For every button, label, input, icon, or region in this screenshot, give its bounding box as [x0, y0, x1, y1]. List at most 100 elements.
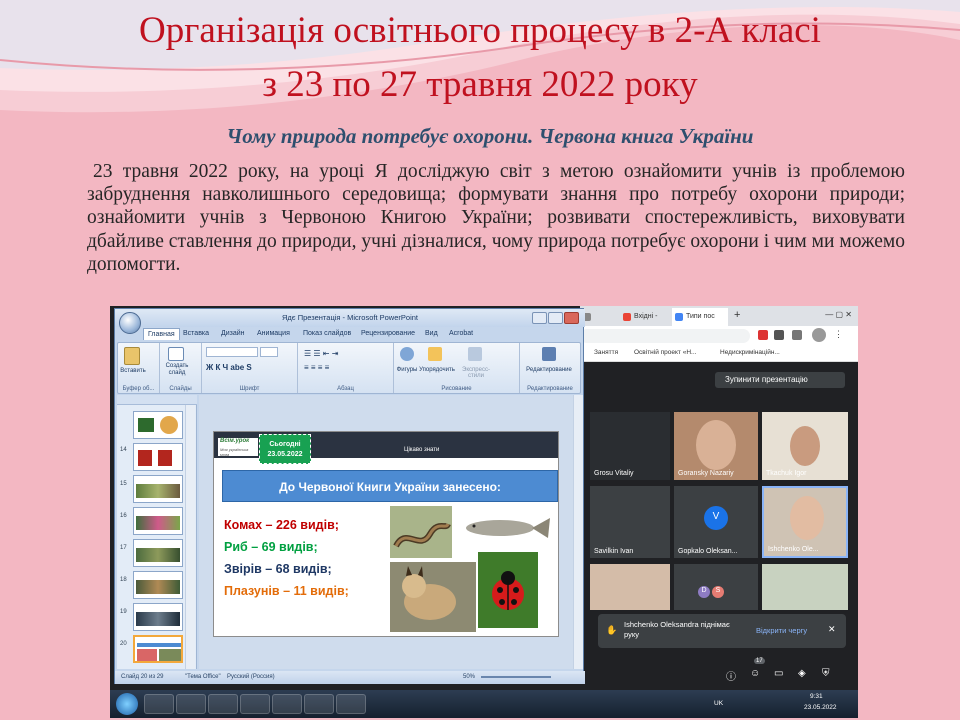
group-paragraph: ☰ ☰ ⇤ ⇥ ≡ ≡ ≡ ≡ Абзац [298, 343, 394, 393]
clock-time[interactable]: 9:31 [810, 693, 823, 700]
slide-thumbnail[interactable] [133, 443, 183, 471]
binoculars-icon[interactable] [542, 347, 556, 361]
slide-number: 19 [120, 609, 127, 615]
new-slide-icon[interactable] [168, 347, 184, 361]
participant-tile[interactable]: Tkachuk Igor [762, 412, 848, 480]
shapes-icon[interactable] [400, 347, 414, 361]
slide-thumbnail-selected[interactable] [133, 635, 183, 663]
slide-thumbnail[interactable] [133, 411, 183, 439]
participant-tile[interactable]: D S [674, 564, 758, 610]
thumbnail-tabs[interactable] [117, 395, 197, 405]
red-book-line-insects: Комах – 226 видів; [224, 518, 339, 532]
keyboard-language[interactable]: UK [714, 700, 723, 707]
lesson-screenshot: Вхідні - Типи пос + — ▢ ✕ ⋮ Заняття Осві… [110, 306, 858, 718]
format-buttons[interactable]: Ж К Ч abe S [206, 363, 252, 372]
slide-thumbnail[interactable] [133, 539, 183, 567]
maximize-button[interactable] [548, 312, 563, 324]
bookmark-item[interactable]: Заняття [594, 349, 618, 356]
puzzle-icon[interactable] [774, 330, 784, 340]
stop-presentation-button[interactable]: Зупинити презентацію [715, 372, 845, 388]
ribbon-tabs: Главная Вставка Дизайн Анимация Показ сл… [143, 328, 583, 342]
extension-icon[interactable] [758, 330, 768, 340]
avatar[interactable] [812, 328, 826, 342]
font-family-select[interactable] [206, 347, 258, 357]
paste-button[interactable]: Вставить [118, 368, 148, 374]
chrome-taskbar-icon[interactable] [144, 694, 174, 714]
new-slide-button[interactable]: Создать слайд [162, 363, 192, 377]
office-button[interactable] [119, 312, 141, 334]
slide-editor[interactable]: Всім.урок Моя українська мова Сьогодні 2… [199, 395, 583, 669]
tab-insert[interactable]: Вставка [183, 330, 209, 337]
participant-tile[interactable]: Grosu Vitaliy [590, 412, 670, 480]
group-label: Абзац [337, 386, 354, 392]
people-icon[interactable]: ☺ [750, 668, 760, 679]
quick-styles-icon[interactable] [468, 347, 482, 361]
window-taskbar-icon[interactable] [272, 694, 302, 714]
group-clipboard: Вставить Буфер об... [118, 343, 160, 393]
explorer-taskbar-icon[interactable] [208, 694, 238, 714]
participant-tile-speaking[interactable]: Ishchenko Ole... [762, 486, 848, 558]
participant-tile[interactable]: V Gopkalo Oleksan... [674, 486, 758, 558]
address-bar[interactable] [580, 329, 750, 343]
activities-icon[interactable]: ◈ [798, 668, 806, 679]
list-buttons[interactable]: ☰ ☰ ⇤ ⇥ [304, 349, 338, 358]
editor-scrollbar[interactable] [573, 395, 583, 669]
participant-name: Goransky Nazariy [678, 470, 734, 477]
lesson-description: 23 травня 2022 року, на уроці Я досліджу… [87, 161, 905, 275]
paste-icon[interactable] [124, 347, 140, 365]
notification-text: Ishchenko Oleksandra піднімає руку [624, 620, 730, 639]
powerpoint-taskbar-icon[interactable] [304, 694, 334, 714]
slide-thumbnail[interactable] [133, 603, 183, 631]
minimize-button[interactable] [532, 312, 547, 324]
clock-date[interactable]: 23.05.2022 [804, 704, 837, 711]
folder-taskbar-icon[interactable] [240, 694, 270, 714]
quick-styles-button[interactable]: Экспресс-стили [456, 367, 496, 379]
browser-tab-1[interactable] [580, 308, 620, 326]
tab-acrobat[interactable]: Acrobat [449, 330, 473, 337]
tab-home[interactable]: Главная [143, 328, 180, 340]
window-controls[interactable]: — ▢ ✕ [825, 310, 852, 319]
close-icon[interactable]: ✕ [828, 624, 836, 635]
arrange-button[interactable]: Упорядочить [418, 367, 456, 373]
tab-review[interactable]: Рецензирование [361, 330, 415, 337]
shield-icon[interactable]: ⛨ [822, 668, 830, 679]
bookmark-item[interactable]: Недискримінаційн... [720, 349, 780, 356]
arrange-icon[interactable] [428, 347, 442, 361]
chat-icon[interactable]: ▭ [774, 668, 783, 679]
menu-icon[interactable]: ⋮ [834, 329, 843, 340]
powerpoint-window: Ядє Презентація - Microsoft PowerPoint Г… [114, 308, 585, 684]
chrome-window-taskbar-icon[interactable] [336, 694, 366, 714]
current-slide: Всім.урок Моя українська мова Сьогодні 2… [213, 431, 559, 637]
new-tab-button[interactable]: + [730, 308, 748, 326]
info-icon[interactable]: ⓘ [726, 668, 736, 683]
font-size-select[interactable] [260, 347, 278, 357]
slide-number: 15 [120, 481, 127, 487]
participant-tile[interactable] [590, 564, 670, 610]
participant-tile[interactable] [762, 564, 848, 610]
tab-design[interactable]: Дизайн [221, 330, 245, 337]
bookmark-item[interactable]: Освітній проект «Н... [634, 349, 696, 356]
slide-thumbnail[interactable] [133, 475, 183, 503]
slide-thumbnail[interactable] [133, 571, 183, 599]
browser-tab-gmail[interactable]: Вхідні - [620, 308, 672, 326]
tab-view[interactable]: Вид [425, 330, 438, 337]
skype-taskbar-icon[interactable] [176, 694, 206, 714]
start-button[interactable] [116, 693, 138, 715]
participant-tile[interactable]: Savilkin Ivan [590, 486, 670, 558]
tab-animation[interactable]: Анимация [257, 330, 290, 337]
tab-slideshow[interactable]: Показ слайдов [303, 330, 351, 337]
bookmark-icon[interactable] [792, 330, 802, 340]
open-queue-button[interactable]: Відкрити чергу [756, 626, 807, 635]
close-button[interactable] [564, 312, 579, 324]
zoom-level[interactable]: 50% [463, 674, 475, 680]
page-title-line-2: з 23 по 27 травня 2022 року [262, 64, 698, 105]
editing-button[interactable]: Редактирование [520, 367, 578, 373]
thumbnail-scrollbar[interactable] [185, 405, 195, 669]
participant-tile[interactable]: Goransky Nazariy [674, 412, 758, 480]
slide-thumbnail[interactable] [133, 507, 183, 535]
align-buttons[interactable]: ≡ ≡ ≡ ≡ [304, 363, 329, 372]
shapes-button[interactable]: Фигуры [394, 367, 420, 373]
snake-photo [390, 506, 452, 558]
browser-tab-active[interactable]: Типи пос [672, 308, 728, 326]
zoom-slider[interactable] [481, 676, 551, 678]
